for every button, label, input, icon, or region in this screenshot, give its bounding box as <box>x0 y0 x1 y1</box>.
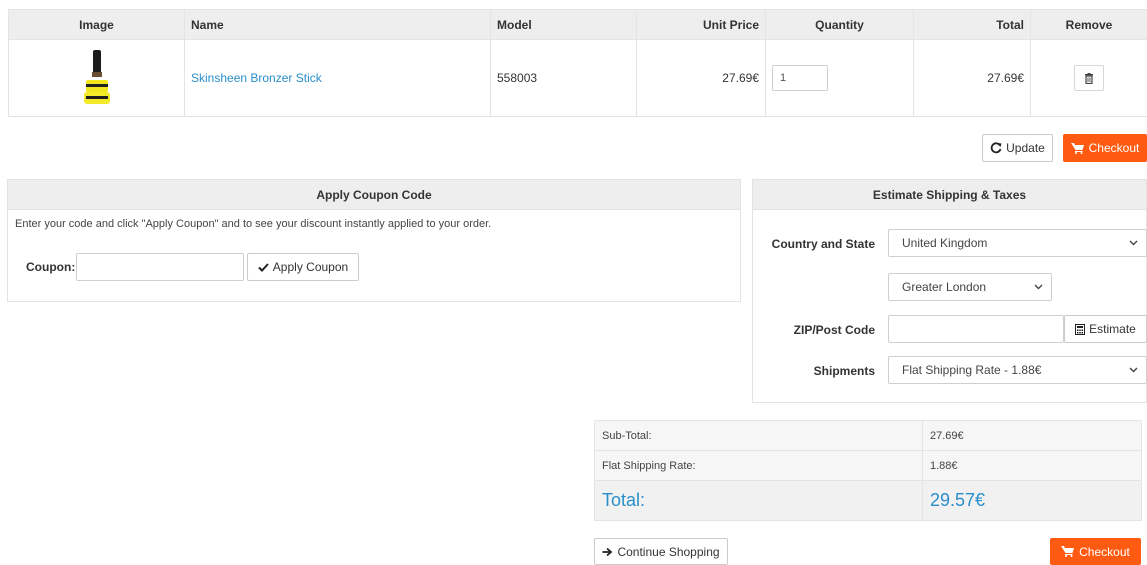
totals-table: Sub-Total: 27.69€ Flat Shipping Rate: 1.… <box>594 420 1142 521</box>
subtotal-row: Sub-Total: 27.69€ <box>595 421 1142 451</box>
checkout-label-top: Checkout <box>1089 141 1140 155</box>
country-select[interactable]: United Kingdom <box>888 229 1147 257</box>
total-row: Total: 29.57€ <box>595 481 1142 521</box>
estimate-label: Estimate <box>1089 322 1136 336</box>
chevron-down-icon <box>1129 240 1138 246</box>
product-name-link[interactable]: Skinsheen Bronzer Stick <box>191 71 322 85</box>
product-model: 558003 <box>491 40 637 117</box>
shipping-panel: Estimate Shipping & Taxes Country and St… <box>752 179 1147 403</box>
zip-label: ZIP/Post Code <box>753 323 875 337</box>
product-image[interactable] <box>72 47 122 109</box>
calculator-icon <box>1075 324 1085 335</box>
subtotal-value: 27.69€ <box>923 421 1142 451</box>
total-value: 29.57€ <box>923 481 1142 521</box>
cart-table: Image Name Model Unit Price Quantity Tot… <box>8 9 1147 117</box>
shipping-rate-label: Flat Shipping Rate: <box>595 451 923 481</box>
shipments-label: Shipments <box>753 364 875 378</box>
checkout-button-top[interactable]: Checkout <box>1063 134 1147 162</box>
shipping-row: Flat Shipping Rate: 1.88€ <box>595 451 1142 481</box>
state-value: Greater London <box>902 280 986 294</box>
continue-shopping-label: Continue Shopping <box>617 545 719 559</box>
coupon-input[interactable] <box>76 253 244 281</box>
header-model: Model <box>491 10 637 40</box>
refresh-icon <box>990 142 1002 154</box>
subtotal-label: Sub-Total: <box>595 421 923 451</box>
update-label: Update <box>1006 141 1045 155</box>
remove-button[interactable] <box>1074 65 1104 91</box>
checkout-label-bottom: Checkout <box>1079 545 1130 559</box>
shipping-rate-value: 1.88€ <box>923 451 1142 481</box>
zip-input[interactable] <box>888 315 1064 343</box>
coupon-description: Enter your code and click "Apply Coupon"… <box>15 218 491 230</box>
estimate-button[interactable]: Estimate <box>1064 315 1147 343</box>
product-unit-price: 27.69€ <box>637 40 766 117</box>
state-select[interactable]: Greater London <box>888 273 1052 301</box>
table-row: Skinsheen Bronzer Stick 558003 27.69€ 27… <box>9 40 1147 117</box>
apply-coupon-label: Apply Coupon <box>273 260 348 274</box>
shipping-panel-title: Estimate Shipping & Taxes <box>753 180 1146 210</box>
country-label: Country and State <box>753 237 875 251</box>
trash-icon <box>1084 73 1094 84</box>
chevron-down-icon <box>1129 367 1138 373</box>
product-image-cell <box>9 40 185 117</box>
header-quantity: Quantity <box>766 10 914 40</box>
coupon-panel-title: Apply Coupon Code <box>8 180 740 210</box>
cart-header-row: Image Name Model Unit Price Quantity Tot… <box>9 10 1147 40</box>
chevron-down-icon <box>1034 284 1043 290</box>
shipments-select[interactable]: Flat Shipping Rate - 1.88€ <box>888 356 1147 384</box>
cart-icon <box>1061 546 1074 557</box>
product-total: 27.69€ <box>914 40 1031 117</box>
cart-icon <box>1071 143 1084 154</box>
quantity-cell <box>766 40 914 117</box>
remove-cell <box>1031 40 1147 117</box>
arrow-right-icon <box>602 547 613 557</box>
country-value: United Kingdom <box>902 236 987 250</box>
header-remove: Remove <box>1031 10 1147 40</box>
apply-coupon-button[interactable]: Apply Coupon <box>247 253 359 281</box>
total-label: Total: <box>595 481 923 521</box>
header-unit-price: Unit Price <box>637 10 766 40</box>
header-total: Total <box>914 10 1031 40</box>
check-icon <box>258 263 269 272</box>
update-button[interactable]: Update <box>982 134 1053 162</box>
header-image: Image <box>9 10 185 40</box>
coupon-label: Coupon: <box>26 260 72 274</box>
quantity-input[interactable] <box>772 65 828 91</box>
coupon-panel: Apply Coupon Code Enter your code and cl… <box>7 179 741 302</box>
product-name-cell: Skinsheen Bronzer Stick <box>185 40 491 117</box>
shipments-value: Flat Shipping Rate - 1.88€ <box>902 363 1041 377</box>
header-name: Name <box>185 10 491 40</box>
